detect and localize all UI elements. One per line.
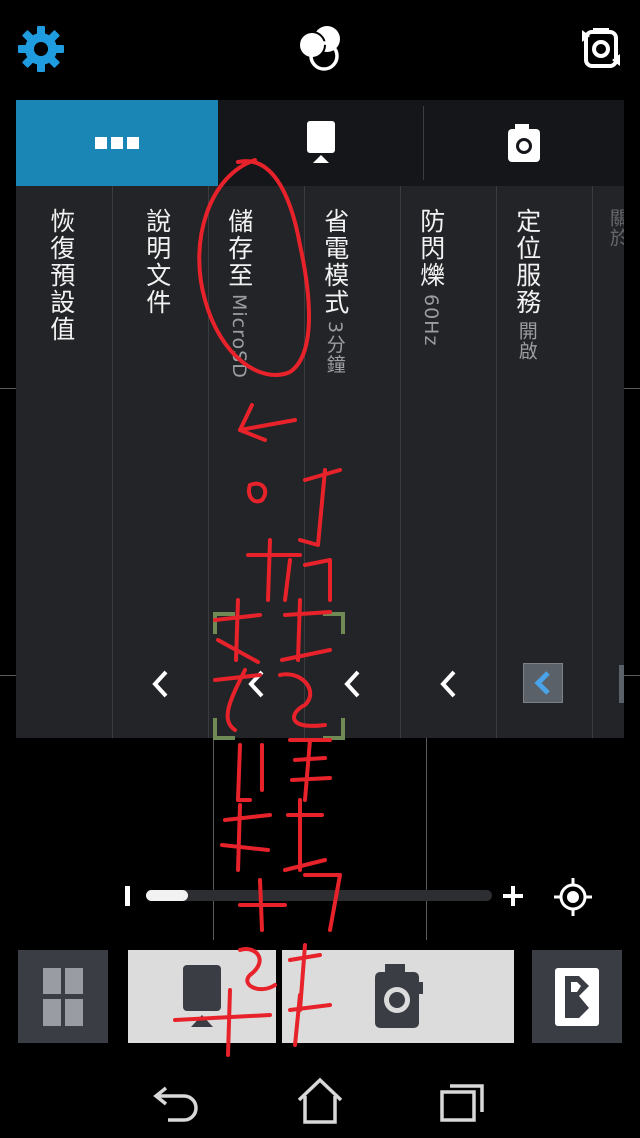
setting-label: 省電模式 [320, 208, 350, 316]
tab-video[interactable] [219, 100, 423, 186]
video-camera-icon [183, 964, 221, 1027]
setting-label: 關於 [606, 208, 624, 248]
photo-camera-icon [375, 963, 423, 1028]
setting-label: 恢復預設值 [46, 208, 76, 343]
video-camera-icon [307, 121, 335, 163]
tab-photo[interactable] [424, 100, 624, 186]
column-separator [400, 186, 401, 738]
setting-label: 說明文件 [142, 208, 172, 316]
column-separator [496, 186, 497, 738]
setting-value: 3分鐘 [323, 321, 346, 375]
settings-tabs [16, 100, 624, 186]
chevron-left-icon [534, 671, 550, 695]
more-dots-icon [95, 137, 139, 149]
setting-item-power-saving[interactable]: 省電模式 3分鐘 [320, 208, 350, 375]
b-logo-icon [555, 967, 599, 1026]
back-arrow-icon[interactable] [152, 1076, 202, 1126]
column-separator [592, 186, 593, 738]
setting-label: 防閃爍 [416, 208, 446, 289]
record-video-button[interactable] [128, 950, 276, 1043]
zoom-slider-fill [146, 890, 188, 901]
setting-value: MicroSD [227, 294, 250, 379]
setting-label: 儲存至 [224, 208, 254, 289]
mode-button[interactable] [294, 22, 346, 74]
chevron-left-icon[interactable] [338, 665, 368, 703]
recent-apps-icon[interactable] [438, 1076, 488, 1126]
setting-item-storage[interactable]: 儲存至 MicroSD [224, 208, 254, 379]
chevron-left-icon[interactable] [434, 665, 464, 703]
shutter-button[interactable] [282, 950, 514, 1043]
setting-item-about[interactable]: 關於 [606, 208, 624, 248]
focus-bracket [323, 612, 345, 634]
chevron-left-icon[interactable] [242, 665, 272, 703]
grid-icon [43, 967, 83, 1026]
setting-label: 定位服務 [512, 208, 542, 316]
chevron-left-icon[interactable] [146, 665, 176, 703]
app-launcher-button[interactable] [532, 950, 622, 1043]
setting-item-help[interactable]: 說明文件 [142, 208, 172, 316]
location-toggle[interactable] [523, 663, 563, 703]
settings-panel: 恢復預設值 說明文件 儲存至 MicroSD 省電模式 3分鐘 防閃爍 60Hz… [16, 100, 624, 738]
column-separator [208, 186, 209, 738]
column-separator [304, 186, 305, 738]
camera-rotate-icon [582, 28, 620, 68]
overlapping-circles-icon [298, 26, 340, 71]
setting-value: 60Hz [419, 294, 442, 347]
tab-more[interactable] [16, 100, 218, 186]
zoom-slider[interactable] [146, 890, 492, 901]
photo-camera-icon [508, 124, 540, 162]
gallery-button[interactable] [18, 950, 108, 1043]
setting-item-reset[interactable]: 恢復預設值 [46, 208, 76, 343]
zoom-in-icon[interactable] [501, 884, 525, 908]
home-icon[interactable] [295, 1076, 345, 1126]
focus-bracket [213, 612, 235, 634]
focus-bracket [323, 718, 345, 740]
toggle-edge [619, 665, 624, 703]
settings-button[interactable] [16, 24, 66, 74]
setting-item-location[interactable]: 定位服務 開啟 [512, 208, 542, 362]
camera-screen: 恢復預設值 說明文件 儲存至 MicroSD 省電模式 3分鐘 防閃爍 60Hz… [0, 0, 640, 1138]
crosshair-icon[interactable] [554, 878, 592, 916]
column-separator [112, 186, 113, 738]
gear-icon [18, 26, 64, 72]
zoom-out-icon[interactable] [125, 886, 130, 906]
setting-value: 開啟 [515, 321, 538, 362]
switch-camera-button[interactable] [576, 20, 626, 76]
focus-bracket [213, 718, 235, 740]
setting-item-anti-flicker[interactable]: 防閃爍 60Hz [416, 208, 446, 347]
